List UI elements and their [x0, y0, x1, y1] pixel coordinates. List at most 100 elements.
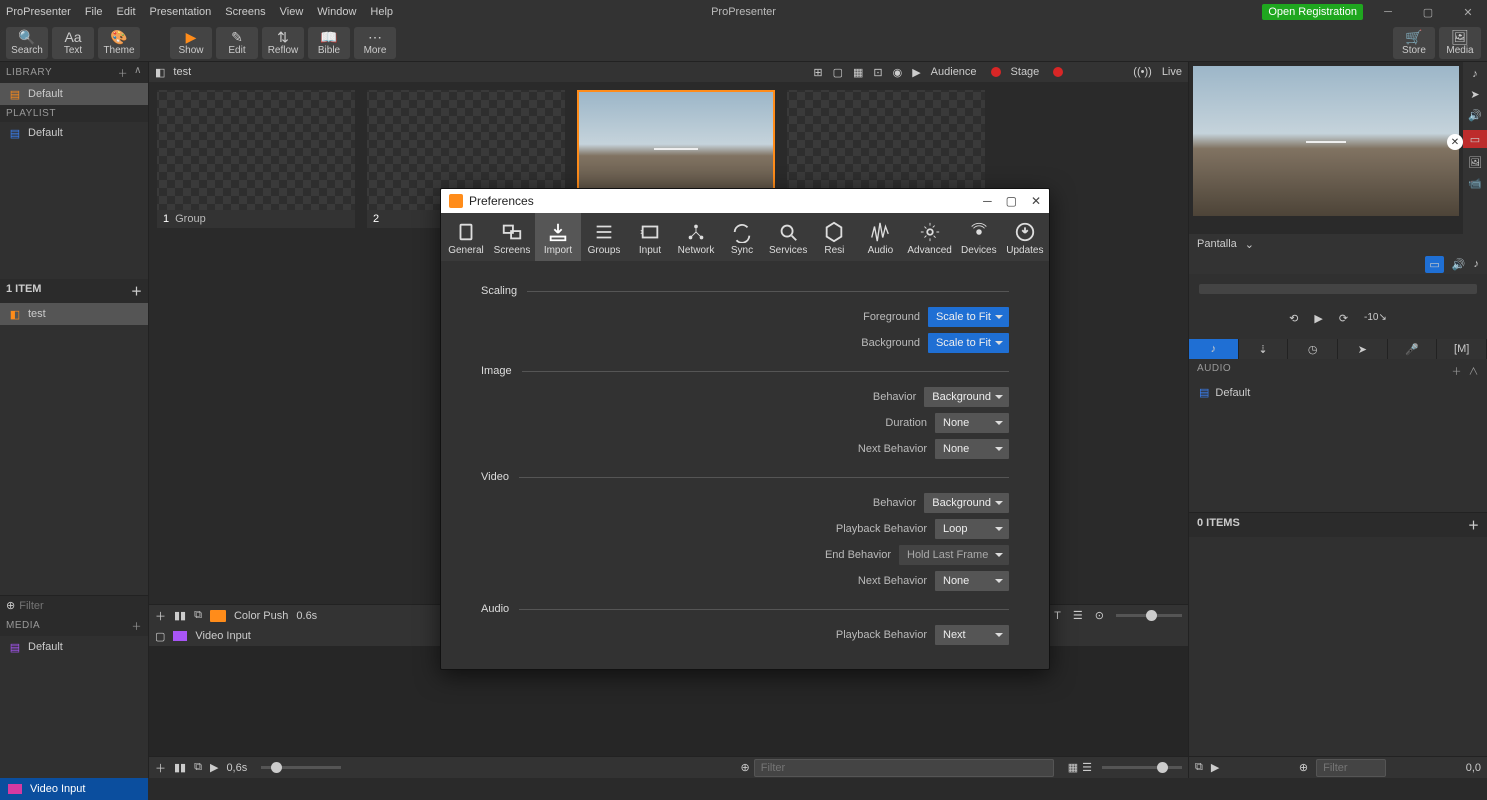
tab-services[interactable]: Services: [765, 213, 811, 261]
progress-bar[interactable]: [1199, 284, 1477, 294]
vi-filter-input[interactable]: [754, 759, 1054, 777]
zoom-slider[interactable]: [1116, 614, 1182, 617]
dd-foreground[interactable]: Scale to Fit: [928, 307, 1009, 327]
add-item-icon[interactable]: ＋: [131, 283, 142, 299]
media-button[interactable]: 🖼Media: [1439, 27, 1481, 59]
menu-view[interactable]: View: [280, 6, 304, 18]
layer-send-icon[interactable]: ➤: [1470, 88, 1479, 101]
audio-item-default[interactable]: ▤ Default: [1189, 382, 1487, 403]
collapse-library-icon[interactable]: ∧: [134, 65, 142, 80]
text-view-icon[interactable]: T: [1054, 610, 1061, 622]
out-music-icon[interactable]: ♪: [1474, 258, 1480, 270]
filter-input[interactable]: [19, 600, 161, 612]
tab-screens[interactable]: Screens: [489, 213, 535, 261]
menu-file[interactable]: File: [85, 6, 103, 18]
output-label[interactable]: Pantalla: [1197, 238, 1237, 250]
rf-filter-input[interactable]: [1316, 759, 1386, 777]
close-button[interactable]: ✕: [1453, 3, 1483, 21]
tab-advanced[interactable]: Advanced: [903, 213, 955, 261]
slide-1[interactable]: 1Group: [157, 90, 355, 228]
tab-mic-icon[interactable]: 🎤: [1388, 339, 1438, 359]
chevron-down-icon[interactable]: ⌄: [1245, 238, 1254, 251]
view-icon-3[interactable]: ▦: [853, 66, 863, 79]
clear-preview-icon[interactable]: ✕: [1447, 134, 1463, 150]
tab-input[interactable]: Input: [627, 213, 673, 261]
menu-presentation[interactable]: Presentation: [150, 6, 212, 18]
layer-music-icon[interactable]: ♪: [1472, 68, 1478, 80]
maximize-button[interactable]: ▢: [1413, 3, 1443, 21]
menu-propresenter[interactable]: ProPresenter: [6, 6, 71, 18]
view-icon-6[interactable]: ▶: [912, 66, 920, 79]
more-button[interactable]: ⋯More: [354, 27, 396, 59]
show-button[interactable]: ▶Show: [170, 27, 212, 59]
view-icon-2[interactable]: ▢: [833, 66, 843, 79]
layer-video-icon[interactable]: 📹: [1468, 177, 1482, 190]
playlist-item-default[interactable]: ▤ Default: [0, 122, 148, 144]
skip-back-icon[interactable]: ⟲: [1289, 312, 1298, 325]
dd-img-next[interactable]: None: [935, 439, 1009, 459]
menu-help[interactable]: Help: [370, 6, 393, 18]
view-icon-1[interactable]: ⊞: [813, 66, 822, 79]
tab-network[interactable]: Network: [673, 213, 719, 261]
tab-macro-icon[interactable]: [M]: [1437, 339, 1487, 359]
theme-button[interactable]: 🎨Theme: [98, 27, 140, 59]
list-view-icon[interactable]: ☰: [1073, 609, 1083, 622]
dd-img-behavior[interactable]: Background: [924, 387, 1009, 407]
add-media-icon[interactable]: ＋: [132, 618, 143, 633]
vi-expand-icon[interactable]: ▢: [155, 630, 165, 643]
dd-background[interactable]: Scale to Fit: [928, 333, 1009, 353]
vi-grid-icon[interactable]: ▦: [1068, 761, 1078, 774]
audio-add-icon[interactable]: ＋: [1451, 367, 1462, 378]
store-button[interactable]: 🛒Store: [1393, 27, 1435, 59]
view-icon-5[interactable]: ◉: [893, 66, 903, 79]
audience-label[interactable]: Audience: [931, 66, 977, 78]
add-library-icon[interactable]: ＋: [118, 65, 129, 80]
vi-slider[interactable]: [261, 766, 341, 769]
modal-close-icon[interactable]: ✕: [1031, 194, 1041, 208]
media-item-default[interactable]: ▤ Default: [0, 636, 148, 658]
tab-pin-icon[interactable]: ⇣: [1239, 339, 1289, 359]
tab-updates[interactable]: Updates: [1002, 213, 1048, 261]
dd-aud-playback[interactable]: Next: [935, 625, 1009, 645]
add-slide-icon[interactable]: ＋: [155, 608, 166, 624]
live-label[interactable]: Live: [1162, 66, 1182, 78]
audio-collapse-icon[interactable]: ∧: [1469, 367, 1480, 378]
dd-vid-behavior[interactable]: Background: [924, 493, 1009, 513]
vi-list-icon[interactable]: ☰: [1082, 761, 1092, 774]
layer-image-icon[interactable]: 🖼: [1468, 156, 1482, 169]
tab-general[interactable]: General: [443, 213, 489, 261]
modal-maximize-icon[interactable]: ▢: [1006, 194, 1017, 208]
rf-play-icon[interactable]: ▶: [1211, 761, 1219, 774]
out-screen-icon[interactable]: ▭: [1425, 256, 1443, 273]
options-icon[interactable]: ⊙: [1095, 609, 1104, 622]
transition-icon[interactable]: ⧉: [194, 609, 202, 622]
tab-groups[interactable]: Groups: [581, 213, 627, 261]
tab-timer-icon[interactable]: ◷: [1288, 339, 1338, 359]
layout-split-icon[interactable]: ▮▮: [174, 609, 186, 622]
jump-icon[interactable]: -10↘: [1364, 312, 1387, 325]
dd-vid-playback[interactable]: Loop: [935, 519, 1009, 539]
dd-vid-end[interactable]: Hold Last Frame: [899, 545, 1009, 565]
play-slide-icon[interactable]: [210, 610, 226, 622]
search-button[interactable]: 🔍Search: [6, 27, 48, 59]
dd-vid-next[interactable]: None: [935, 571, 1009, 591]
layer-volume-icon[interactable]: 🔊: [1468, 109, 1482, 122]
tab-send-icon[interactable]: ➤: [1338, 339, 1388, 359]
edit-button[interactable]: ✎Edit: [216, 27, 258, 59]
vi-zoom-slider[interactable]: [1102, 766, 1182, 769]
menu-screens[interactable]: Screens: [225, 6, 265, 18]
minimize-button[interactable]: ─: [1373, 3, 1403, 21]
vi-add-icon[interactable]: ＋: [155, 760, 166, 776]
dd-img-duration[interactable]: None: [935, 413, 1009, 433]
bible-button[interactable]: 📖Bible: [308, 27, 350, 59]
vi-trans-icon[interactable]: ⧉: [194, 761, 202, 774]
rf-trans-icon[interactable]: ⧉: [1195, 761, 1203, 774]
vi-split-icon[interactable]: ▮▮: [174, 761, 186, 774]
item-test[interactable]: ◧ test: [0, 303, 148, 325]
view-icon-4[interactable]: ⊡: [873, 66, 882, 79]
modal-minimize-icon[interactable]: ─: [983, 194, 992, 208]
out-audio-icon[interactable]: 🔊: [1452, 258, 1466, 271]
zero-add-icon[interactable]: ＋: [1468, 517, 1479, 533]
tab-audio[interactable]: Audio: [857, 213, 903, 261]
registration-badge[interactable]: Open Registration: [1262, 4, 1363, 20]
